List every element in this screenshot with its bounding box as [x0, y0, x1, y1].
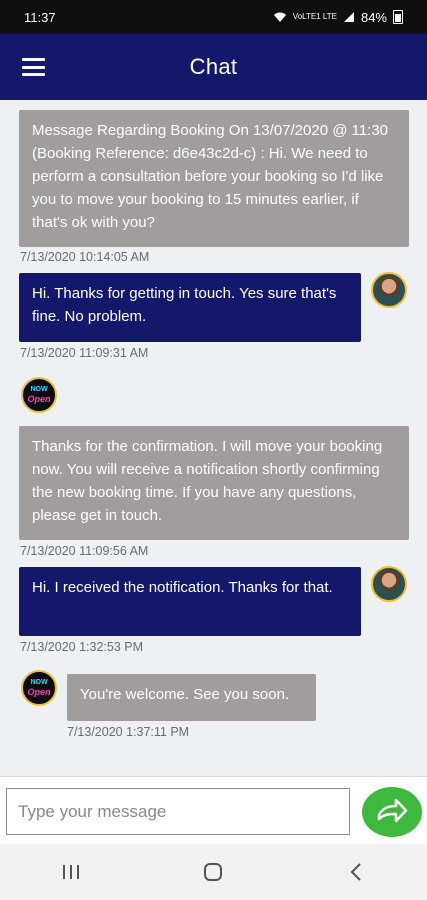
message-bubble-sent: Hi. I received the notification. Thanks …: [19, 567, 361, 636]
business-avatar[interactable]: NOW Open: [21, 377, 57, 413]
recents-button[interactable]: [41, 844, 101, 900]
business-avatar-line1: NOW: [30, 386, 48, 393]
network-type: VoLTE1 LTE: [292, 12, 337, 21]
send-button[interactable]: [362, 787, 422, 837]
message-composer: [0, 776, 427, 844]
wifi-icon: [273, 12, 286, 22]
business-avatar-line2: Open: [27, 394, 51, 404]
recents-icon: [63, 865, 80, 879]
business-avatar-line2: Open: [27, 687, 51, 697]
message-bubble-received: You're welcome. See you soon.: [67, 674, 316, 721]
back-button[interactable]: [326, 844, 386, 900]
system-nav-bar: [0, 844, 427, 900]
status-bar: 11:37 VoLTE1 LTE 84%: [0, 0, 427, 34]
app-header: Chat: [0, 34, 427, 100]
message-input[interactable]: [6, 788, 350, 835]
status-time: 11:37: [24, 9, 56, 25]
message-bubble-sent: Hi. Thanks for getting in touch. Yes sur…: [19, 273, 361, 342]
message-bubble-received: Thanks for the confirmation. I will move…: [19, 426, 409, 540]
message-timestamp: 7/13/2020 11:09:56 AM: [20, 544, 149, 558]
signal-icon: [343, 11, 354, 22]
message-timestamp: 7/13/2020 11:09:31 AM: [20, 346, 149, 360]
business-avatar[interactable]: NOW Open: [21, 670, 57, 706]
home-icon: [204, 863, 223, 881]
user-avatar[interactable]: [371, 566, 407, 602]
status-indicators: VoLTE1 LTE 84%: [273, 10, 403, 25]
user-avatar[interactable]: [371, 272, 407, 308]
message-bubble-received: Message Regarding Booking On 13/07/2020 …: [19, 110, 409, 247]
arrow-right-icon: [377, 798, 408, 823]
hamburger-icon[interactable]: [22, 58, 45, 76]
message-list[interactable]: Message Regarding Booking On 13/07/2020 …: [0, 100, 427, 776]
message-timestamp: 7/13/2020 1:37:11 PM: [67, 725, 190, 739]
battery-percent: 84%: [360, 9, 387, 25]
business-avatar-line1: NOW: [30, 679, 48, 686]
battery-icon: [393, 10, 403, 24]
home-button[interactable]: [183, 844, 243, 900]
page-title: Chat: [189, 54, 238, 79]
message-timestamp: 7/13/2020 1:32:53 PM: [20, 640, 144, 654]
back-icon: [350, 863, 361, 881]
message-timestamp: 7/13/2020 10:14:05 AM: [20, 250, 150, 264]
